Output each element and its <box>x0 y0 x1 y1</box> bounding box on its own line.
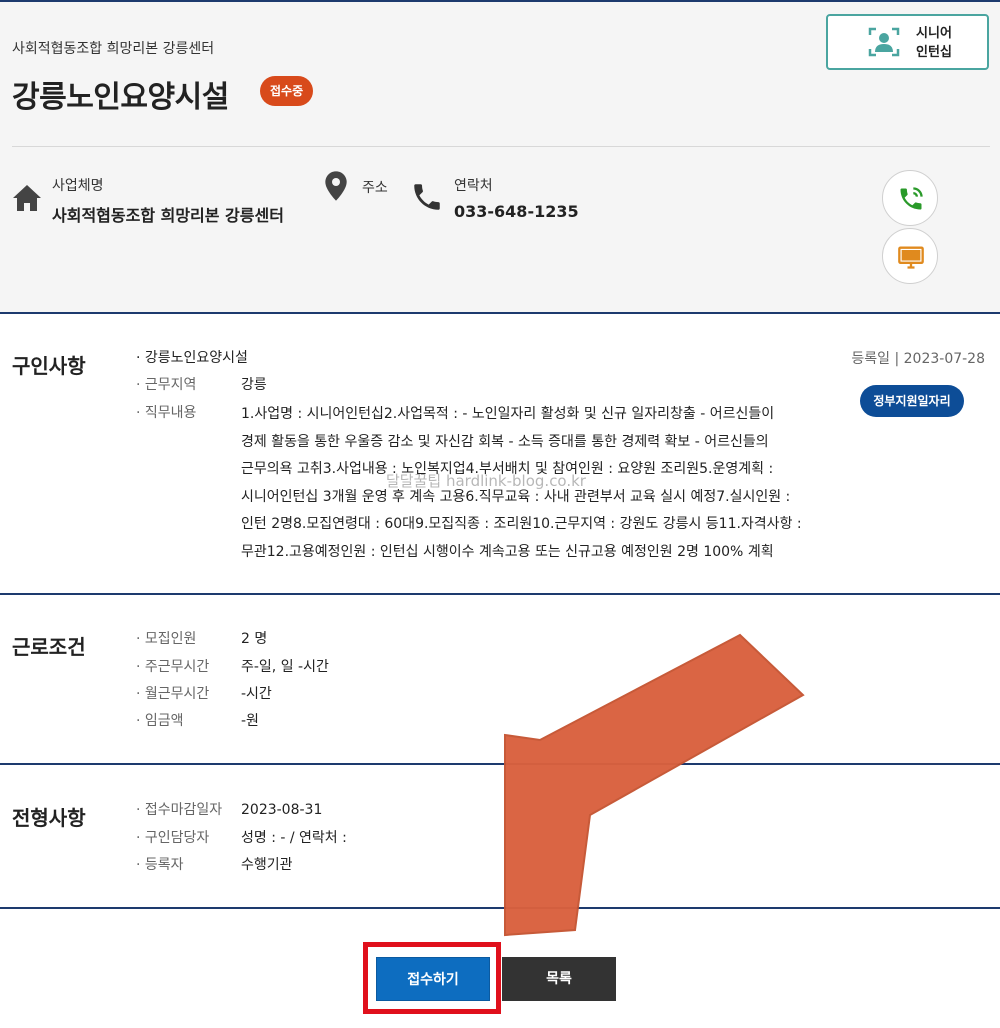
duty-key: · 직무내용 <box>136 405 197 421</box>
duty-line: 1.사업명 : 시니어인턴십2.사업목적 : - 노인일자리 활성화 및 신규 … <box>241 406 775 422</box>
section-divider <box>0 312 1000 314</box>
condition-value: -시간 <box>241 686 272 702</box>
job-section-title: 구인사항 <box>12 354 86 378</box>
screening-value: 2023-08-31 <box>241 802 323 818</box>
duty-line: 무관12.고용예정인원 : 인턴십 시행이수 계속고용 또는 신규고용 예정인원… <box>241 543 774 560</box>
screening-section-title: 전형사항 <box>12 806 86 830</box>
watermark: 달달꿀팁 hardlink-blog.co.kr <box>386 472 586 490</box>
job-header: 사회적협동조합 희망리본 강릉센터 강릉노인요양시설 접수중 시니어 인턴십 사… <box>0 2 1000 312</box>
screening-key: · 등록자 <box>136 857 184 873</box>
location-pin-icon <box>325 171 347 201</box>
homepage-button[interactable] <box>882 228 938 284</box>
condition-key: · 주근무시간 <box>136 659 210 675</box>
status-badge: 접수중 <box>260 76 314 106</box>
contact-number: 033-648-1235 <box>454 202 579 221</box>
annotation-arrow-icon <box>504 633 805 937</box>
page-title: 강릉노인요양시설 <box>12 80 229 115</box>
call-button[interactable] <box>882 170 938 226</box>
senior-internship-label: 시니어 인턴십 <box>916 26 952 60</box>
duty-line: 인턴 2명8.모집연령대 : 60대9.모집직종 : 조리원10.근무지역 : … <box>241 516 802 533</box>
job-name: · 강릉노인요양시설 <box>136 350 248 366</box>
phone-icon <box>414 184 440 210</box>
duty-line: 경제 활동을 통한 우울증 감소 및 자신감 회복 - 소득 증대를 통한 경제… <box>241 433 769 450</box>
condition-value: 2 명 <box>241 631 268 647</box>
phone-call-icon <box>900 187 923 210</box>
condition-value: -원 <box>241 713 259 729</box>
senior-internship-button[interactable]: 시니어 인턴십 <box>826 14 989 70</box>
work-area-value: 강릉 <box>241 377 267 393</box>
apply-button[interactable]: 접수하기 <box>376 957 490 1001</box>
business-label: 사업체명 <box>52 178 104 194</box>
condition-key: · 임금액 <box>136 713 184 729</box>
screening-key: · 구인담당자 <box>136 830 210 846</box>
condition-key: · 모집인원 <box>136 631 197 647</box>
person-scan-icon <box>868 27 900 57</box>
monitor-icon <box>898 246 924 269</box>
conditions-section-title: 근로조건 <box>12 635 86 659</box>
home-icon <box>13 185 41 211</box>
registered-date: 등록일 | 2023-07-28 <box>851 351 985 367</box>
screening-key: · 접수마감일자 <box>136 802 223 818</box>
screening-value: 수행기관 <box>241 857 293 873</box>
condition-key: · 월근무시간 <box>136 686 210 702</box>
work-area-key: · 근무지역 <box>136 377 197 393</box>
list-button[interactable]: 목록 <box>502 957 616 1001</box>
business-name: 사회적협동조합 희망리본 강릉센터 <box>52 206 284 225</box>
section-divider <box>0 593 1000 595</box>
org-name: 사회적협동조합 희망리본 강릉센터 <box>12 41 215 57</box>
screening-value: 성명 : - / 연락처 : <box>241 830 347 846</box>
contact-label: 연락처 <box>454 178 493 194</box>
header-divider <box>12 146 990 147</box>
gov-support-badge: 정부지원일자리 <box>860 385 964 417</box>
address-label: 주소 <box>362 180 388 196</box>
condition-value: 주-일, 일 -시간 <box>241 659 329 675</box>
